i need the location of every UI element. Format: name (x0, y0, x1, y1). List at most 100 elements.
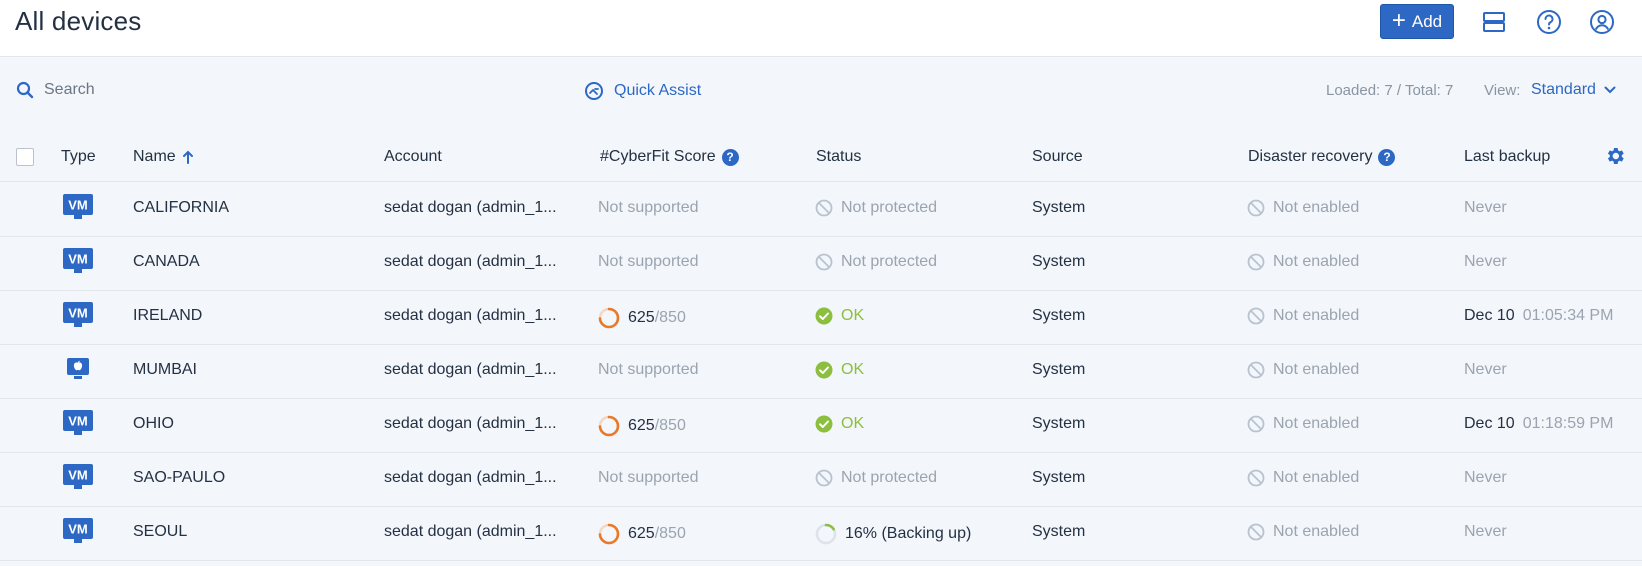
search-input[interactable]: Search (16, 81, 95, 99)
select-all-checkbox[interactable] (16, 148, 34, 166)
cyberfit-score-cell[interactable]: 625/850 (598, 415, 686, 437)
column-header-cyberfit[interactable]: #CyberFit Score ? (600, 148, 739, 166)
column-header-disaster-recovery[interactable]: Disaster recovery ? (1248, 148, 1396, 166)
vm-device-icon: VM (62, 193, 94, 226)
source-text: System (1032, 523, 1086, 540)
status-cell[interactable]: Not protected (815, 199, 937, 217)
status-text: OK (841, 361, 865, 378)
device-name-text: CANADA (133, 253, 200, 270)
not-protected-icon (815, 199, 833, 217)
ok-check-icon (815, 307, 833, 325)
disaster-recovery-text: Not enabled (1273, 469, 1360, 486)
view-select[interactable]: Standard (1531, 81, 1616, 99)
add-button[interactable]: + Add (1380, 4, 1454, 39)
device-name[interactable]: SAO-PAULO (133, 469, 225, 487)
user-icon[interactable] (1588, 8, 1616, 36)
status-text: Not protected (841, 199, 938, 216)
search-icon (16, 81, 34, 99)
score-total: /850 (654, 309, 686, 326)
cyberfit-score-cell: Not supported (598, 361, 699, 379)
column-header-type[interactable]: Type (61, 148, 96, 166)
status-text: OK (841, 307, 865, 324)
not-protected-icon (815, 253, 833, 271)
vm-device-icon: VM (62, 409, 94, 442)
backup-progress-icon (815, 523, 837, 545)
last-backup-time: 01:18:59 PM (1522, 415, 1614, 432)
score-not-supported: Not supported (598, 253, 699, 270)
account-text: sedat dogan (admin_1... (384, 361, 557, 378)
column-header-status[interactable]: Status (816, 148, 861, 166)
score-not-supported: Not supported (598, 199, 699, 216)
disaster-recovery-cell: Not enabled (1247, 361, 1359, 379)
device-name[interactable]: CALIFORNIA (133, 199, 229, 217)
cyberfit-score-cell[interactable]: 625/850 (598, 307, 686, 329)
status-cell[interactable]: 16% (Backing up) (815, 523, 971, 545)
table-row[interactable]: VM SAO-PAULO sedat dogan (admin_1... Not su… (0, 453, 1642, 507)
not-enabled-icon (1247, 199, 1265, 217)
table-row[interactable]: VM CANADA sedat dogan (admin_1... Not suppo… (0, 237, 1642, 291)
device-name-text: SEOUL (133, 523, 188, 540)
cyberfit-score-cell[interactable]: 625/850 (598, 523, 686, 545)
last-backup-cell: Never (1464, 361, 1507, 379)
column-header-status-label: Status (816, 148, 862, 165)
status-cell[interactable]: OK (815, 361, 864, 379)
device-name[interactable]: MUMBAI (133, 361, 197, 379)
search-placeholder: Search (44, 81, 95, 98)
table-row[interactable]: MUMBAI sedat dogan (admin_1... Not support… (0, 345, 1642, 399)
account-text: sedat dogan (admin_1... (384, 523, 557, 540)
status-cell[interactable]: Not protected (815, 253, 937, 271)
score-total: /850 (654, 525, 686, 542)
device-name[interactable]: OHIO (133, 415, 174, 433)
table-row[interactable]: VM IRELAND sedat dogan (admin_1... 625/850 O… (0, 291, 1642, 345)
status-text: Not protected (841, 469, 938, 486)
vm-label: VM (68, 198, 88, 213)
status-cell[interactable]: OK (815, 307, 864, 325)
monitor-icon: VM (63, 518, 93, 543)
not-enabled-icon (1247, 469, 1265, 487)
table-row[interactable]: VM SEOUL sedat dogan (admin_1... 625/850 16%… (0, 507, 1642, 561)
ok-check-icon (815, 415, 833, 433)
account-text: sedat dogan (admin_1... (384, 307, 557, 324)
disaster-recovery-cell: Not enabled (1247, 415, 1359, 433)
last-backup-date: Dec 10 (1464, 307, 1515, 324)
view-label: View: (1484, 82, 1521, 99)
column-header-source-label: Source (1032, 148, 1083, 165)
chevron-down-icon (1604, 86, 1616, 94)
gear-icon[interactable] (1604, 145, 1626, 172)
account-text: sedat dogan (admin_1... (384, 253, 557, 270)
score-value: 625/850 (628, 309, 686, 327)
device-name[interactable]: SEOUL (133, 523, 187, 541)
device-name-text: CALIFORNIA (133, 199, 230, 216)
column-header-name-label: Name (133, 148, 176, 165)
quick-assist-link[interactable]: Quick Assist (584, 81, 701, 101)
column-header-cyberfit-label: #CyberFit Score (600, 148, 716, 165)
help-icon[interactable] (1535, 8, 1563, 36)
source-text: System (1032, 253, 1086, 270)
cyberfit-help-icon[interactable]: ? (721, 148, 739, 166)
monitor-icon: VM (63, 194, 93, 219)
monitor-icon: VM (63, 248, 93, 273)
cyberfit-score-cell: Not supported (598, 199, 699, 217)
column-header-name[interactable]: Name (133, 148, 194, 166)
table-row[interactable]: VM CALIFORNIA sedat dogan (admin_1... Not s… (0, 183, 1642, 237)
view-select-value: Standard (1531, 81, 1596, 98)
vm-device-icon: VM (62, 463, 94, 496)
account-text: sedat dogan (admin_1... (384, 469, 557, 486)
last-backup-cell: Dec 10 01:05:34 PM (1464, 307, 1613, 325)
device-name[interactable]: IRELAND (133, 307, 202, 325)
disaster-recovery-help-icon[interactable]: ? (1378, 148, 1396, 166)
account-text: sedat dogan (admin_1... (384, 415, 557, 432)
device-name[interactable]: CANADA (133, 253, 200, 271)
column-header-last-backup[interactable]: Last backup (1464, 148, 1550, 166)
last-backup-date: Never (1464, 253, 1507, 270)
vm-device-icon: VM (62, 517, 94, 550)
status-cell[interactable]: OK (815, 415, 864, 433)
layout-icon[interactable] (1480, 8, 1508, 36)
source-cell: System (1032, 199, 1085, 217)
table-row[interactable]: VM OHIO sedat dogan (admin_1... 625/850 OK Sy… (0, 399, 1642, 453)
status-cell[interactable]: Not protected (815, 469, 937, 487)
column-header-account[interactable]: Account (384, 148, 442, 166)
last-backup-date: Never (1464, 199, 1507, 216)
column-header-source[interactable]: Source (1032, 148, 1083, 166)
account-cell: sedat dogan (admin_1... (384, 361, 557, 379)
